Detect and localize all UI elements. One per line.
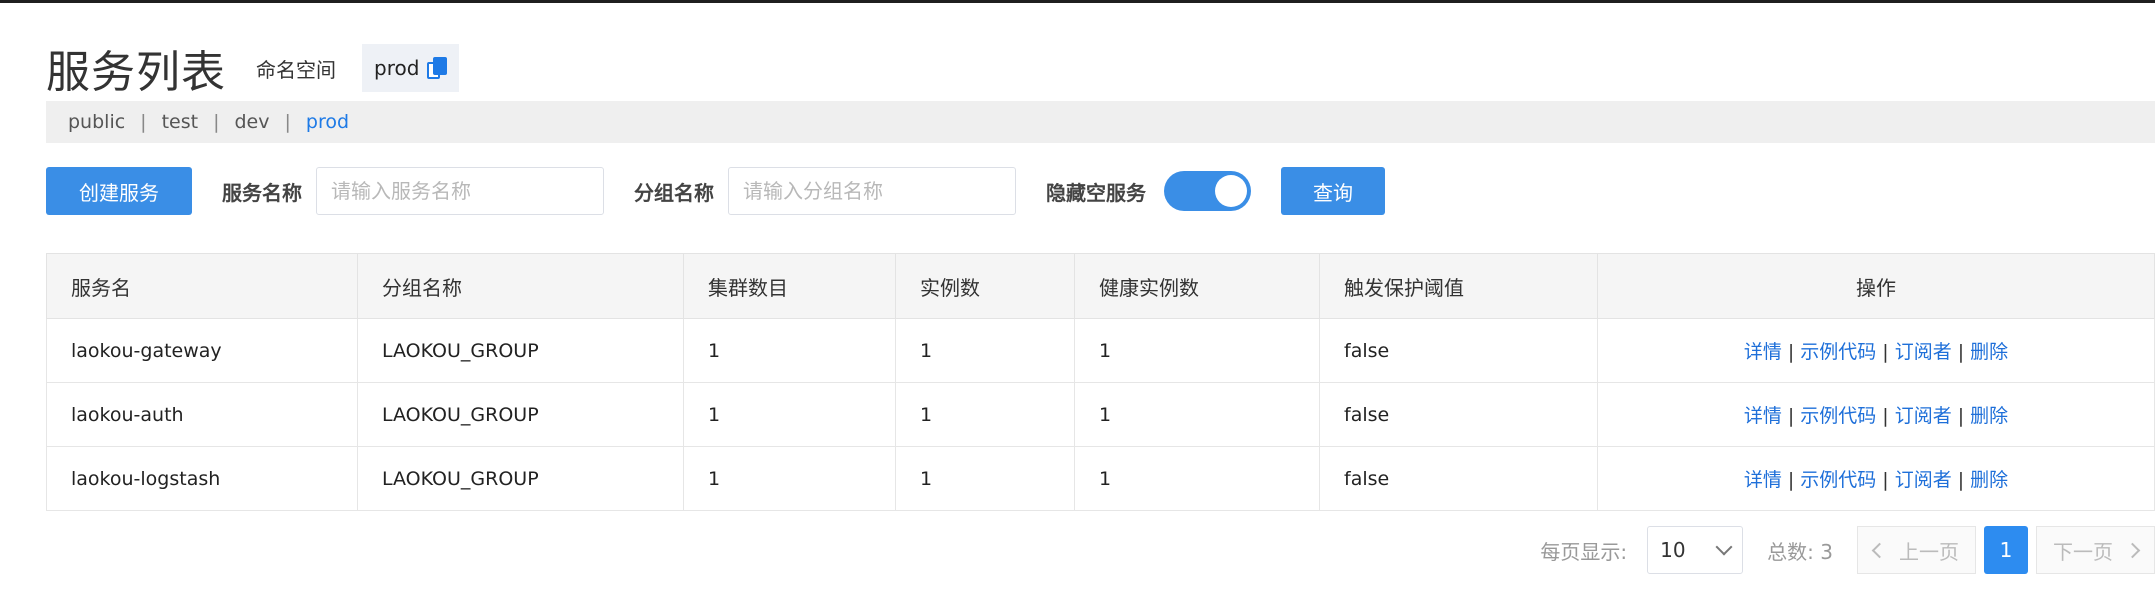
chevron-right-icon: [2124, 542, 2141, 558]
table-cell: 1: [683, 382, 896, 447]
table-cell: false: [1319, 446, 1598, 511]
namespace-current: prod: [362, 44, 460, 92]
row-actions: 详情 | 示例代码 | 订阅者 | 删除: [1597, 446, 2155, 511]
namespace-item-public[interactable]: public: [68, 111, 125, 133]
detail-link[interactable]: 详情: [1744, 405, 1782, 427]
subscribers-link[interactable]: 订阅者: [1895, 405, 1952, 427]
table-cell: LAOKOU_GROUP: [357, 382, 684, 447]
pagination: 每页显示: 10 总数: 3 上一页 1 下一页: [1540, 525, 2155, 575]
table-cell: 1: [1074, 446, 1320, 511]
delete-link[interactable]: 删除: [1970, 341, 2008, 363]
table-row: laokou-gateway LAOKOU_GROUP 1 1 1 false 详情 | 示例代…: [46, 318, 2155, 383]
query-button[interactable]: 查询: [1281, 167, 1385, 215]
per-page-label: 每页显示:: [1540, 539, 1628, 564]
table-cell: false: [1319, 382, 1598, 447]
page-title: 服务列表: [46, 47, 226, 98]
table-body: laokou-gateway LAOKOU_GROUP 1 1 1 false 详情 | 示例代…: [46, 318, 2155, 511]
table-cell: 1: [895, 318, 1075, 383]
namespace-separator: |: [140, 111, 147, 133]
subscribers-link[interactable]: 订阅者: [1895, 469, 1952, 491]
table-cell: LAOKOU_GROUP: [357, 318, 684, 383]
sample-code-link[interactable]: 示例代码: [1800, 341, 1876, 363]
filter-bar: 创建服务 服务名称 分组名称 隐藏空服务 查询: [46, 167, 1385, 215]
action-separator: |: [1957, 341, 1965, 363]
table-row: laokou-logstash LAOKOU_GROUP 1 1 1 false 详情 | 示例…: [46, 446, 2155, 511]
subscribers-link[interactable]: 订阅者: [1895, 341, 1952, 363]
total-count: 总数: 3: [1767, 539, 1833, 564]
chevron-down-icon: [1715, 538, 1733, 556]
action-separator: |: [1787, 341, 1795, 363]
per-page-select[interactable]: 10: [1647, 526, 1744, 574]
column-header: 触发保护阈值: [1319, 253, 1598, 319]
action-separator: |: [1957, 469, 1965, 491]
chevron-left-icon: [1871, 542, 1888, 558]
namespace-item-prod[interactable]: prod: [306, 111, 349, 133]
service-name-input[interactable]: [316, 167, 604, 215]
sample-code-link[interactable]: 示例代码: [1800, 405, 1876, 427]
action-separator: |: [1882, 405, 1889, 427]
action-separator: |: [1957, 405, 1965, 427]
table-header-row: 服务名 分组名称 集群数目 实例数 健康实例数 触发保护阈值 操作: [46, 253, 2155, 319]
table-cell: 1: [1074, 382, 1320, 447]
table-cell: laokou-logstash: [46, 446, 358, 511]
top-border: [0, 0, 2155, 3]
action-separator: |: [1787, 469, 1795, 491]
group-name-input[interactable]: [728, 167, 1016, 215]
namespace-item-dev[interactable]: dev: [234, 111, 269, 133]
action-separator: |: [1787, 405, 1795, 427]
table-cell: false: [1319, 318, 1598, 383]
action-separator: |: [1882, 469, 1889, 491]
create-service-button[interactable]: 创建服务: [46, 167, 192, 215]
detail-link[interactable]: 详情: [1744, 341, 1782, 363]
column-header: 分组名称: [357, 253, 684, 319]
namespace-separator: |: [213, 111, 220, 133]
column-header: 操作: [1597, 253, 2155, 319]
namespace-bar: public | test | dev | prod: [46, 101, 2155, 143]
page-number-current[interactable]: 1: [1984, 526, 2028, 574]
namespace-separator: |: [284, 111, 291, 133]
namespace-label: 命名空间: [256, 57, 336, 82]
total-value: 3: [1820, 539, 1833, 564]
prev-page-button[interactable]: 上一页: [1857, 526, 1976, 574]
group-name-label: 分组名称: [634, 180, 714, 205]
page-header: 服务列表 命名空间 prod: [46, 38, 460, 98]
column-header: 健康实例数: [1074, 253, 1320, 319]
namespace-current-value: prod: [374, 56, 420, 80]
delete-link[interactable]: 删除: [1970, 469, 2008, 491]
row-actions: 详情 | 示例代码 | 订阅者 | 删除: [1597, 382, 2155, 447]
column-header: 服务名: [46, 253, 358, 319]
table-cell: 1: [683, 446, 896, 511]
table-cell: laokou-gateway: [46, 318, 358, 383]
detail-link[interactable]: 详情: [1744, 469, 1782, 491]
sample-code-link[interactable]: 示例代码: [1800, 469, 1876, 491]
row-actions: 详情 | 示例代码 | 订阅者 | 删除: [1597, 318, 2155, 383]
action-separator: |: [1882, 341, 1889, 363]
column-header: 实例数: [895, 253, 1075, 319]
table-cell: 1: [1074, 318, 1320, 383]
table-cell: LAOKOU_GROUP: [357, 446, 684, 511]
table-cell: 1: [683, 318, 896, 383]
column-header: 集群数目: [683, 253, 896, 319]
hide-empty-toggle[interactable]: [1164, 171, 1251, 211]
table-row: laokou-auth LAOKOU_GROUP 1 1 1 false 详情 | 示例代码 | 订…: [46, 382, 2155, 447]
next-page-button[interactable]: 下一页: [2036, 526, 2155, 574]
service-table: 服务名 分组名称 集群数目 实例数 健康实例数 触发保护阈值 操作 laokou-gatew…: [46, 253, 2155, 511]
table-cell: 1: [895, 382, 1075, 447]
delete-link[interactable]: 删除: [1970, 405, 2008, 427]
toggle-knob: [1215, 175, 1247, 207]
copy-icon[interactable]: [427, 57, 448, 79]
table-cell: laokou-auth: [46, 382, 358, 447]
table-cell: 1: [895, 446, 1075, 511]
per-page-value: 10: [1660, 538, 1686, 562]
hide-empty-label: 隐藏空服务: [1046, 180, 1146, 205]
service-name-label: 服务名称: [222, 180, 302, 205]
namespace-item-test[interactable]: test: [162, 111, 199, 133]
